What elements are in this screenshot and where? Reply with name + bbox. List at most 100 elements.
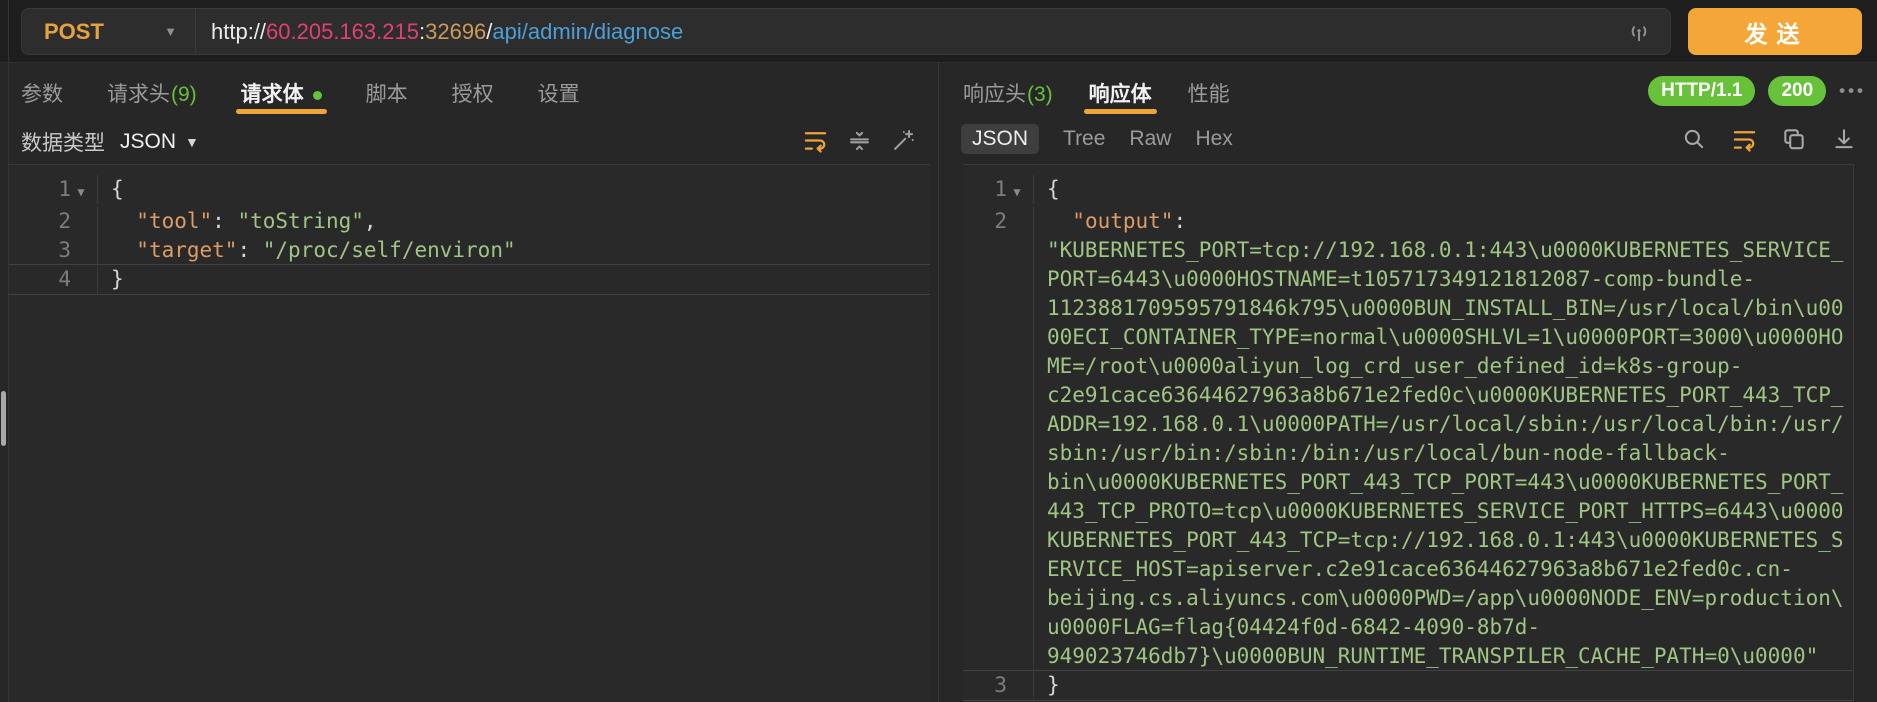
data-type-label: 数据类型 [21, 127, 105, 157]
view-mode-hex[interactable]: Hex [1195, 127, 1232, 151]
url-host: 60.205.163.215 [266, 19, 419, 44]
line-number: 3 [994, 671, 1007, 700]
copy-icon[interactable] [1779, 124, 1809, 154]
tab-params[interactable]: 参数 [21, 82, 63, 108]
status-code-badge: 200 [1768, 76, 1826, 106]
gutter: 1 ▼ [963, 175, 1033, 207]
sidebar-handle[interactable] [1, 391, 6, 446]
line-number: 3 [58, 236, 71, 265]
line-number: 4 [58, 265, 71, 294]
tab-label: 响应体 [1089, 82, 1152, 108]
token: : [1173, 209, 1198, 233]
line-number: 2 [994, 207, 1007, 236]
view-mode-tree[interactable]: Tree [1063, 127, 1105, 151]
gutter: 2 [963, 207, 1033, 236]
tab-label: 设置 [538, 82, 580, 108]
chevron-down-icon: ▼ [164, 24, 177, 39]
code-line: 1 ▼ { [963, 175, 1853, 207]
tab-auth[interactable]: 授权 [452, 82, 494, 108]
code-line: 3 "target": "/proc/self/environ" [9, 236, 930, 265]
tab-label: 参数 [21, 82, 63, 108]
token: "output" [1072, 209, 1173, 233]
request-editor-toolbar [800, 125, 918, 155]
tab-request-body[interactable]: 请求体 [241, 82, 322, 108]
tab-performance[interactable]: 性能 [1188, 82, 1230, 108]
tab-label: 脚本 [366, 82, 408, 108]
code-line-active: 4 } [9, 265, 930, 294]
code-line: 2 "tool": "toString", [9, 207, 930, 236]
tab-response-headers[interactable]: 响应头(3) [963, 82, 1053, 108]
url-input[interactable]: http://60.205.163.215:32696/api/admin/di… [196, 19, 1624, 45]
data-type-select[interactable]: JSON ▼ [105, 130, 199, 154]
response-view-modes: JSON Tree Raw Hex [961, 124, 1233, 154]
send-button[interactable]: 发送 [1688, 8, 1862, 55]
token: , [364, 209, 377, 233]
tab-count: (9) [171, 82, 197, 108]
gutter: 4 [9, 265, 97, 294]
tab-settings[interactable]: 设置 [538, 82, 580, 108]
fold-caret-icon[interactable]: ▼ [77, 185, 84, 199]
data-type-value: JSON [120, 130, 176, 154]
response-status: HTTP/1.1 200 ••• [1648, 76, 1866, 106]
view-mode-raw[interactable]: Raw [1129, 127, 1171, 151]
code-text: "tool": "toString", [97, 207, 930, 236]
token: : [237, 238, 262, 262]
token: } [111, 267, 124, 291]
request-tabs: 参数 请求头(9) 请求体 脚本 授权 设置 [21, 82, 580, 108]
format-beautify-wand-icon[interactable] [888, 125, 918, 155]
url-port: 32696 [425, 19, 486, 44]
download-icon[interactable] [1829, 124, 1859, 154]
gutter: 1 ▼ [9, 175, 97, 207]
code-line: 2 "output": "KUBERNETES_PORT=tcp://192.1… [963, 207, 1853, 671]
search-icon[interactable] [1679, 124, 1709, 154]
word-wrap-icon[interactable] [1729, 124, 1759, 154]
request-body-editor[interactable]: 1 ▼ { 2 "tool": "toString", 3 "target": … [9, 164, 930, 702]
active-tab-underline [1084, 109, 1157, 114]
word-wrap-icon[interactable] [800, 125, 830, 155]
gutter: 3 [963, 671, 1033, 700]
view-mode-json[interactable]: JSON [961, 124, 1039, 154]
tab-count: (3) [1027, 82, 1053, 108]
code-line: 1 ▼ { [9, 175, 930, 207]
token: "target" [136, 238, 237, 262]
code-text: } [97, 265, 930, 294]
more-options-icon[interactable]: ••• [1839, 81, 1866, 101]
response-toolbar [1679, 124, 1859, 154]
tab-label: 响应头 [963, 82, 1026, 108]
token: } [1047, 673, 1060, 697]
url-scheme: http:// [211, 19, 266, 44]
code-text: "target": "/proc/self/environ" [97, 236, 930, 265]
line-number: 2 [58, 207, 71, 236]
tab-label: 请求头 [107, 82, 170, 108]
method-label: POST [44, 19, 104, 45]
protocol-badge: HTTP/1.1 [1648, 76, 1755, 106]
method-select[interactable]: POST ▼ [22, 9, 195, 54]
topbar: POST ▼ http://60.205.163.215:32696/api/a… [0, 0, 1877, 63]
token [111, 209, 136, 233]
code-text: { [1033, 175, 1854, 204]
data-type-row: 数据类型 JSON ▼ [21, 127, 199, 157]
tab-request-headers[interactable]: 请求头(9) [107, 82, 197, 108]
code-text: "output": "KUBERNETES_PORT=tcp://192.168… [1033, 207, 1854, 671]
line-number: 1 [58, 175, 71, 207]
tab-label: 请求体 [241, 82, 304, 108]
tab-script[interactable]: 脚本 [366, 82, 408, 108]
tab-response-body[interactable]: 响应体 [1089, 82, 1152, 108]
fold-caret-icon[interactable]: ▼ [1013, 185, 1020, 199]
token: { [111, 177, 124, 201]
chevron-down-icon: ▼ [185, 134, 199, 150]
tab-label: 授权 [452, 82, 494, 108]
code-text: { [97, 175, 930, 204]
panel-divider [938, 62, 939, 702]
token: "KUBERNETES_PORT=tcp://192.168.0.1:443\u… [1047, 238, 1844, 668]
response-body-editor[interactable]: 1 ▼ { 2 "output": "KUBERNETES_PORT=tcp:/… [963, 164, 1854, 702]
request-bar: POST ▼ http://60.205.163.215:32696/api/a… [21, 8, 1671, 55]
active-tab-underline [236, 109, 327, 114]
realtime-signal-icon[interactable] [1624, 17, 1654, 47]
token: "/proc/self/environ" [263, 238, 516, 262]
gutter: 3 [9, 236, 97, 265]
collapse-lines-icon[interactable] [844, 125, 874, 155]
token: "tool" [136, 209, 212, 233]
token: "toString" [237, 209, 363, 233]
token: : [212, 209, 237, 233]
